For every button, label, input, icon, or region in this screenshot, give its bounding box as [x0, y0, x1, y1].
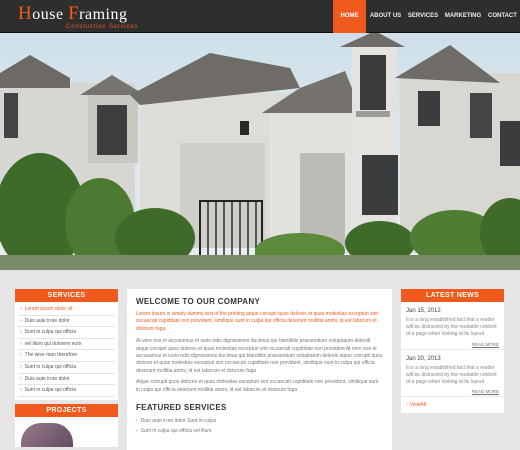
welcome-paragraph: Atque corrupti quos dolores et quas mole… [136, 379, 379, 393]
site-logo[interactable]: House Framing Constuction Services [18, 4, 138, 30]
main-nav: HOME ABOUT US SERVICES MARKETING CONTACT [333, 0, 520, 33]
list-item[interactable]: › Sunt in culpa qui officia [18, 327, 115, 339]
project-thumbnail[interactable] [15, 416, 118, 447]
arrow-right-icon: › [406, 402, 408, 409]
hero-banner [0, 33, 520, 270]
nav-marketing[interactable]: MARKETING [441, 0, 485, 33]
project-photo [21, 422, 73, 447]
site-header: House Framing Constuction Services HOME … [0, 0, 520, 33]
list-item[interactable]: › vel illum qui dolorem eum [18, 339, 115, 351]
news-date: Jan 20, 2013 [406, 355, 441, 362]
nav-home[interactable]: HOME [333, 0, 366, 33]
view-all-link[interactable]: › ViewAll [401, 397, 504, 413]
news-item: Jan 20, 2013 It is a long established fa… [401, 350, 504, 398]
news-text: It is a long established fact that a rea… [406, 364, 497, 386]
arrow-right-icon: › [20, 329, 22, 336]
arrow-right-icon: › [20, 375, 22, 382]
list-item[interactable]: › Lorem ipsum dolor sit [18, 304, 115, 316]
nav-services[interactable]: SERVICES [405, 0, 441, 33]
welcome-highlight: Lorem Ipsum is simply dummy text of the … [136, 311, 378, 332]
read-more-link[interactable]: READ MORE [406, 342, 499, 347]
list-item[interactable]: › Duis aute irure dolor [18, 374, 115, 386]
nav-about-us[interactable]: ABOUT US [366, 0, 405, 33]
arrow-right-icon: › [20, 317, 22, 324]
list-item[interactable]: › Sunt in culpa qui officia [18, 385, 115, 397]
arrow-right-icon: › [136, 428, 138, 435]
logo-text: House Framing [18, 3, 128, 24]
arrow-right-icon: › [136, 418, 138, 425]
read-more-link[interactable]: READ MORE [406, 389, 499, 394]
arrow-right-icon: › [20, 352, 22, 359]
arrow-right-icon: › [20, 387, 22, 394]
left-column: SERVICES › Lorem ipsum dolor sit › Duis au… [15, 289, 118, 447]
projects-box: PROJECTS [15, 403, 118, 447]
arrow-right-icon: › [20, 340, 22, 347]
featured-services-list: › Duis aute irure dolor Sunt in culpa › Su… [136, 416, 383, 436]
nav-contact[interactable]: CONTACT [485, 0, 520, 33]
list-item[interactable]: › Duis aute irure dolor Sunt in culpa [136, 416, 383, 426]
arrow-right-icon: › [20, 306, 22, 312]
hero-house-image [0, 33, 520, 270]
services-heading: SERVICES [15, 289, 118, 302]
logo-tagline: Constuction Services [66, 24, 139, 30]
welcome-title: WELCOME TO OUR COMPANY [136, 297, 261, 306]
list-item[interactable]: › The wise man therefore [18, 350, 115, 362]
news-date: Jan 15, 2012 [406, 308, 441, 314]
list-item[interactable]: › Sunt in culpa qui officia vel illum [136, 426, 383, 436]
news-text: It is a long established fact that a rea… [406, 317, 497, 338]
main-content: WELCOME TO OUR COMPANY Lorem Ipsum is si… [127, 289, 392, 450]
news-item: Jan 15, 2012 It is a long established fa… [401, 302, 504, 350]
arrow-right-icon: › [20, 363, 22, 370]
news-list: Jan 15, 2012 It is a long established fa… [401, 302, 504, 414]
latest-news-heading: LATEST NEWS [401, 289, 504, 302]
list-item[interactable]: › Sunt in culpa qui officia [18, 362, 115, 374]
projects-heading: PROJECTS [15, 403, 118, 417]
right-column: LATEST NEWS Jan 15, 2012 It is a long es… [401, 289, 504, 414]
featured-services-title: FEATURED SERVICES [136, 403, 227, 413]
welcome-paragraph: At vero eos et accusamus et iusto odio d… [136, 338, 383, 374]
services-list: › Lorem ipsum dolor sit › Duis aute irure … [15, 302, 118, 400]
list-item[interactable]: › Duis aute irure dolor [18, 316, 115, 328]
